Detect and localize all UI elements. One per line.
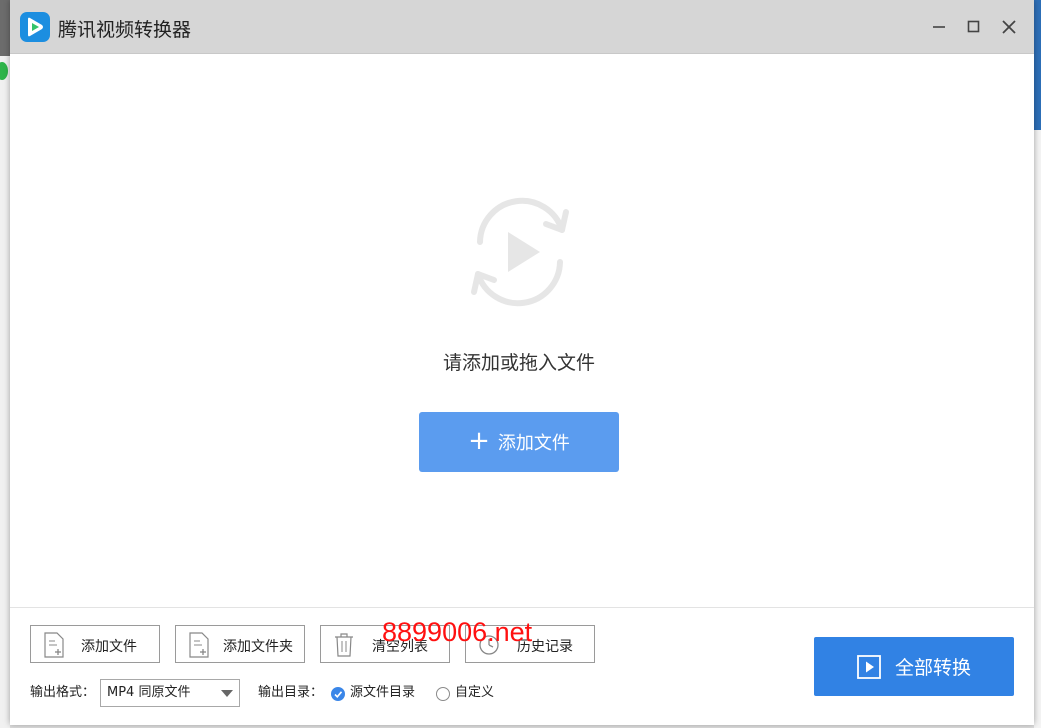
add-file-button-main[interactable]: + 添加文件 (419, 412, 619, 472)
output-format-value: MP4 同原文件 (107, 685, 191, 700)
add-file-button-label: 添加文件 (497, 433, 570, 454)
output-format-label: 输出格式： (30, 685, 96, 700)
add-folder-icon (189, 632, 209, 658)
minimize-button[interactable] (926, 14, 952, 40)
add-folder-button[interactable]: 添加文件夹 (175, 625, 305, 663)
background-window-right (1034, 130, 1041, 728)
maximize-icon (967, 20, 980, 33)
output-format-select[interactable]: MP4 同原文件 (100, 679, 240, 707)
add-file-button[interactable]: 添加文件 (30, 625, 160, 663)
bottom-toolbar: 添加文件 添加文件夹 清空列表 历史记录 8899006.net 输出格式： M… (10, 607, 1034, 725)
maximize-button[interactable] (961, 14, 987, 40)
close-icon (1002, 20, 1016, 34)
add-folder-label: 添加文件夹 (223, 639, 293, 655)
plus-icon: + (468, 425, 490, 456)
add-file-label: 添加文件 (81, 639, 137, 655)
chevron-down-icon (221, 690, 233, 697)
background-desktop-blue (1034, 0, 1041, 130)
radio-source-dir[interactable] (331, 687, 345, 701)
convert-all-label: 全部转换 (894, 657, 971, 679)
empty-hint-text: 请添加或拖入文件 (442, 352, 595, 374)
custom-dir-option-label[interactable]: 自定义 (455, 681, 494, 700)
watermark-text: 8899006.net (382, 617, 533, 647)
convert-play-icon (471, 197, 569, 307)
check-icon (334, 691, 343, 698)
convert-all-button[interactable]: 全部转换 (814, 637, 1014, 696)
play-icon (857, 654, 881, 679)
app-logo-icon (20, 12, 50, 42)
app-window: 腾讯视频转换器 请添加或拖入文件 + 添加文件 添加文件 添加文件夹 清空列表 … (10, 0, 1034, 725)
close-button[interactable] (996, 14, 1022, 40)
source-dir-option-label[interactable]: 源文件目录 (350, 681, 415, 700)
title-bar[interactable]: 腾讯视频转换器 (10, 0, 1034, 54)
window-title: 腾讯视频转换器 (58, 19, 192, 41)
background-window-left (0, 0, 10, 728)
radio-custom-dir[interactable] (436, 687, 450, 701)
trash-icon (335, 633, 353, 657)
add-file-icon (44, 632, 64, 658)
background-window-left-titlebar (0, 0, 10, 56)
minimize-icon (933, 26, 945, 28)
file-drop-area[interactable]: 请添加或拖入文件 + 添加文件 (10, 54, 1034, 607)
output-dir-label: 输出目录： (258, 685, 324, 700)
